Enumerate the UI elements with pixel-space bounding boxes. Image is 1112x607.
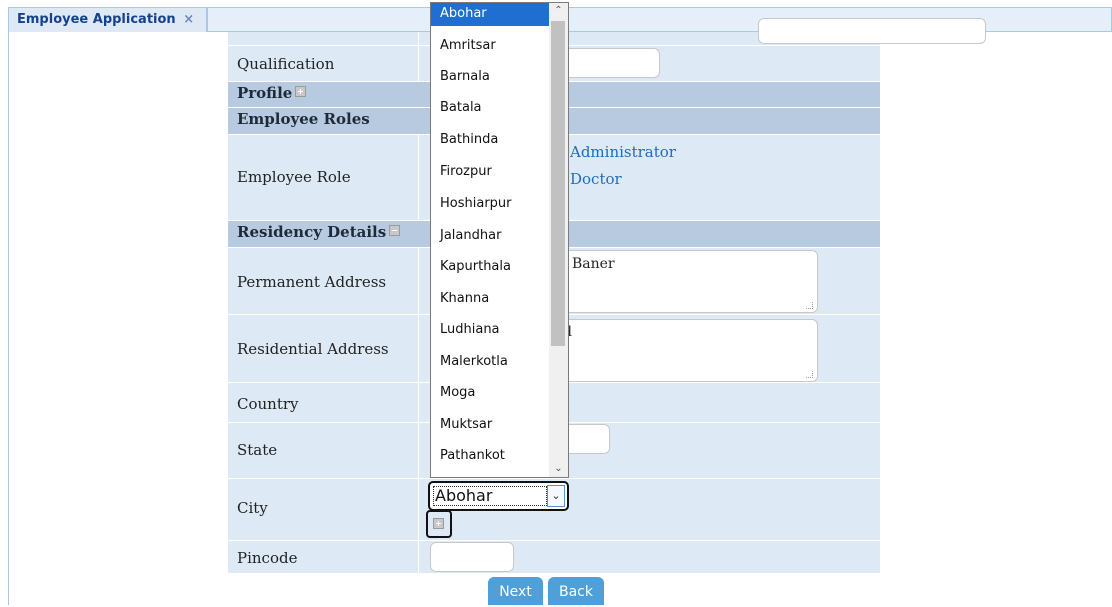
dropdown-option-pathankot[interactable]: Pathankot [431, 445, 550, 468]
residential-address-textarea[interactable]: d [548, 319, 818, 382]
residential-address-label: Residential Address [237, 340, 389, 358]
tab-title: Employee Application [17, 12, 176, 27]
chevron-up-icon[interactable]: ⌃ [549, 3, 568, 19]
permanent-address-value: Baner [572, 256, 615, 272]
chevron-down-icon[interactable]: ⌄ [549, 461, 568, 477]
role-doctor[interactable]: Doctor [570, 170, 622, 188]
state-label: State [237, 441, 278, 459]
city-select[interactable]: Abohar ⌄ [428, 481, 569, 511]
dropdown-option-batala[interactable]: Batala [431, 97, 550, 120]
previous-field-input[interactable] [758, 18, 986, 44]
next-button[interactable]: Next [488, 577, 543, 605]
tab-employee-application[interactable]: Employee Application × [8, 7, 207, 32]
residency-header: Residency Details [237, 223, 387, 241]
frame-border [8, 32, 9, 605]
permanent-address-label: Permanent Address [237, 273, 387, 291]
add-city-button[interactable] [426, 510, 452, 538]
dropdown-option-kapurthala[interactable]: Kapurthala [431, 256, 550, 279]
dropdown-option-jalandhar[interactable]: Jalandhar [431, 225, 550, 248]
dropdown-option-abohar[interactable]: Abohar [431, 3, 550, 26]
dropdown-option-firozpur[interactable]: Firozpur [431, 161, 550, 184]
close-icon[interactable]: × [183, 12, 194, 27]
minus-box-icon[interactable] [389, 225, 401, 236]
form-row-pincode: Pincode [228, 541, 880, 574]
dropdown-option-amritsar[interactable]: Amritsar [431, 35, 550, 58]
plus-box-icon[interactable] [295, 86, 307, 97]
role-administrator[interactable]: Administrator [570, 143, 676, 161]
back-button[interactable]: Back [548, 577, 604, 605]
chevron-down-icon[interactable]: ⌄ [547, 485, 565, 507]
scrollbar-thumb[interactable] [551, 21, 565, 346]
profile-header: Profile [237, 84, 293, 102]
dropdown-scrollbar[interactable]: ⌃ ⌄ [549, 3, 568, 477]
pincode-label: Pincode [237, 549, 298, 567]
roles-header: Employee Roles [237, 110, 370, 128]
qualification-label: Qualification [237, 55, 335, 73]
employee-role-label: Employee Role [237, 168, 351, 186]
city-dropdown-list[interactable]: Abohar Amritsar Barnala Batala Bathinda … [430, 2, 569, 478]
permanent-address-textarea[interactable]: Baner [548, 250, 818, 313]
plus-box-icon [433, 518, 444, 529]
dropdown-option-khanna[interactable]: Khanna [431, 288, 550, 311]
dropdown-option-malerkotla[interactable]: Malerkotla [431, 351, 550, 374]
dropdown-option-hoshiarpur[interactable]: Hoshiarpur [431, 193, 550, 216]
dropdown-option-muktsar[interactable]: Muktsar [431, 414, 550, 437]
country-label: Country [237, 395, 299, 413]
dropdown-option-ludhiana[interactable]: Ludhiana [431, 319, 550, 342]
city-select-value: Abohar [435, 486, 493, 505]
dropdown-option-barnala[interactable]: Barnala [431, 66, 550, 89]
dropdown-option-moga[interactable]: Moga [431, 382, 550, 405]
pincode-input[interactable] [430, 542, 514, 572]
resize-grip-icon[interactable] [806, 371, 813, 378]
dropdown-option-bathinda[interactable]: Bathinda [431, 129, 550, 152]
resize-grip-icon[interactable] [806, 302, 813, 309]
city-label: City [237, 499, 268, 517]
